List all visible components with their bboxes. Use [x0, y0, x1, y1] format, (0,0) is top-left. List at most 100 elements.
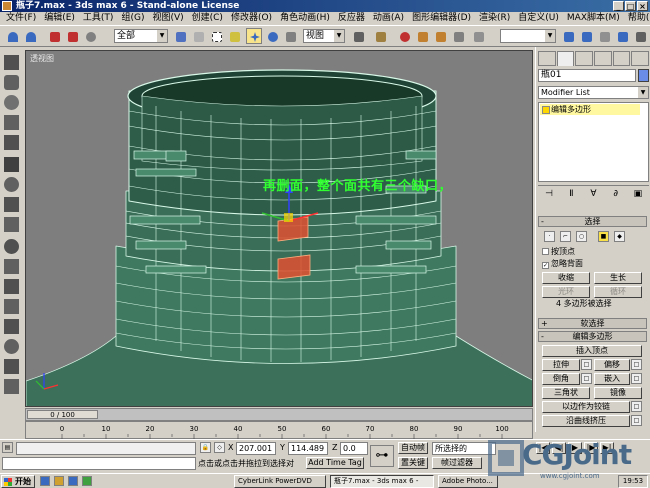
select-scale-icon[interactable]: [282, 28, 298, 44]
schematic-view-icon[interactable]: [632, 28, 648, 44]
select-link-icon[interactable]: [46, 28, 62, 44]
link-icon[interactable]: [4, 75, 19, 90]
hinge-from-edge-button[interactable]: 以边作为铰链: [542, 401, 630, 413]
outline-button[interactable]: 偏移: [594, 359, 630, 371]
ignore-backfacing-checkbox[interactable]: ✓ 忽略背面: [542, 258, 583, 269]
start-button[interactable]: 开始: [1, 475, 35, 488]
menu-create[interactable]: 创建(C): [188, 12, 227, 24]
bevel-button[interactable]: 倒角: [542, 373, 580, 385]
border-mode-icon[interactable]: ○: [576, 231, 587, 242]
camera-icon[interactable]: [4, 157, 19, 172]
z-coordinate-field[interactable]: 0.0: [340, 442, 368, 455]
shrink-button[interactable]: 收缩: [542, 272, 590, 284]
by-vertex-checkbox[interactable]: 按顶点: [542, 246, 575, 257]
flip-button[interactable]: 镜像: [594, 387, 642, 399]
menu-modifiers[interactable]: 修改器(O): [227, 12, 276, 24]
modify-tab[interactable]: [556, 51, 575, 66]
menu-graph-editors[interactable]: 图形编辑器(D): [408, 12, 475, 24]
quicklaunch-media-icon[interactable]: [82, 476, 92, 486]
utilities-tab[interactable]: [631, 51, 650, 66]
mirror-icon[interactable]: [560, 28, 576, 44]
configure-sets-icon[interactable]: ▣: [632, 188, 644, 200]
gear-icon[interactable]: [4, 239, 19, 254]
menu-animation[interactable]: 动画(A): [369, 12, 408, 24]
extrude-along-spline-button[interactable]: 沿曲线挤压: [542, 415, 630, 427]
menu-views[interactable]: 视图(V): [148, 12, 187, 24]
wrench-icon[interactable]: [4, 259, 19, 274]
maxscript-listener-icon[interactable]: ▤: [2, 442, 13, 453]
selection-lock-icon[interactable]: 🔒: [200, 442, 211, 453]
ring-button[interactable]: 光环: [542, 286, 590, 298]
auto-key-button[interactable]: 自动帧: [398, 442, 428, 454]
grow-button[interactable]: 生长: [594, 272, 642, 284]
x-coordinate-field[interactable]: 207.001: [236, 442, 276, 455]
menu-customize[interactable]: 自定义(U): [514, 12, 563, 24]
outline-settings-icon[interactable]: □: [631, 359, 642, 370]
menu-group[interactable]: 组(G): [117, 12, 148, 24]
bevel-settings-icon[interactable]: □: [581, 373, 592, 384]
select-rotate-icon[interactable]: [264, 28, 280, 44]
pin-stack-icon[interactable]: ⊣: [543, 188, 555, 200]
hinge-settings-icon[interactable]: □: [631, 401, 642, 412]
plugin-icon[interactable]: [4, 379, 19, 394]
object-color-swatch[interactable]: [638, 69, 649, 82]
inset-settings-icon[interactable]: □: [631, 373, 642, 384]
quicklaunch-desktop-icon[interactable]: [68, 476, 78, 486]
system-icon[interactable]: [4, 217, 19, 232]
minimize-icon[interactable]: _: [613, 1, 624, 11]
hierarchy-tab[interactable]: [575, 51, 594, 66]
selection-filter-dropdown[interactable]: 全部: [114, 29, 168, 43]
menu-reactor[interactable]: 反应器: [334, 12, 369, 24]
viewport-label[interactable]: 透视图: [30, 53, 54, 64]
triangulate-button[interactable]: 三角状: [542, 387, 590, 399]
create-tab[interactable]: [538, 51, 556, 66]
absolute-mode-icon[interactable]: ◇: [214, 442, 225, 453]
insert-vertex-button[interactable]: 插入顶点: [542, 345, 642, 357]
maximize-icon[interactable]: □: [625, 1, 636, 11]
menu-character[interactable]: 角色动画(H): [276, 12, 334, 24]
motion-icon[interactable]: [4, 299, 19, 314]
make-unique-icon[interactable]: ∀: [587, 188, 599, 200]
layer-manager-icon[interactable]: [596, 28, 612, 44]
quicklaunch-ie-icon[interactable]: [40, 476, 50, 486]
undo-icon[interactable]: [4, 28, 20, 44]
key-icon[interactable]: ⊶: [370, 445, 394, 467]
window-crossing-icon[interactable]: [226, 28, 242, 44]
add-time-tag-button[interactable]: Add Time Tag: [306, 457, 364, 469]
menu-file[interactable]: 文件(F): [2, 12, 40, 24]
object-name-field[interactable]: 瓶01: [538, 69, 636, 82]
display-tab[interactable]: [612, 51, 631, 66]
angle-snap-icon[interactable]: [414, 28, 430, 44]
app-icon[interactable]: [2, 1, 12, 11]
percent-snap-icon[interactable]: [432, 28, 448, 44]
hierarchy-icon[interactable]: [4, 279, 19, 294]
loop-button[interactable]: 循环: [594, 286, 642, 298]
stack-item-edit-poly[interactable]: 编辑多边形: [540, 104, 640, 115]
lock-icon[interactable]: [4, 55, 19, 70]
spinner-snap-icon[interactable]: [450, 28, 466, 44]
extrude-button[interactable]: 拉伸: [542, 359, 580, 371]
display-icon[interactable]: [4, 339, 19, 354]
quicklaunch-folder-icon[interactable]: [54, 476, 64, 486]
edit-polygons-rollout-header[interactable]: - 编辑多边形: [538, 331, 647, 342]
polygon-mode-icon[interactable]: ■: [598, 231, 609, 242]
select-manipulate-icon[interactable]: [372, 28, 388, 44]
element-mode-icon[interactable]: ◆: [614, 231, 625, 242]
inset-button[interactable]: 嵌入: [594, 373, 630, 385]
select-move-icon[interactable]: [246, 28, 262, 44]
wave-icon[interactable]: [4, 319, 19, 334]
edge-mode-icon[interactable]: ⌐: [560, 231, 571, 242]
modifier-list-dropdown[interactable]: Modifier List: [538, 86, 649, 99]
pivot-center-icon[interactable]: [350, 28, 366, 44]
close-icon[interactable]: ×: [637, 1, 648, 11]
named-selection-icon[interactable]: [470, 28, 486, 44]
snap-toggle-icon[interactable]: [396, 28, 412, 44]
modifier-stack[interactable]: 编辑多边形: [538, 102, 649, 182]
unlink-icon[interactable]: [64, 28, 80, 44]
remove-modifier-icon[interactable]: ∂: [610, 188, 622, 200]
perspective-viewport[interactable]: 透视图 再删面，整个面共有三个缺口，: [25, 50, 533, 407]
region-select-icon[interactable]: [208, 28, 224, 44]
y-coordinate-field[interactable]: 114.489: [288, 442, 328, 455]
selection-rollout-header[interactable]: - 选择: [538, 216, 647, 227]
light-icon[interactable]: [4, 135, 19, 150]
